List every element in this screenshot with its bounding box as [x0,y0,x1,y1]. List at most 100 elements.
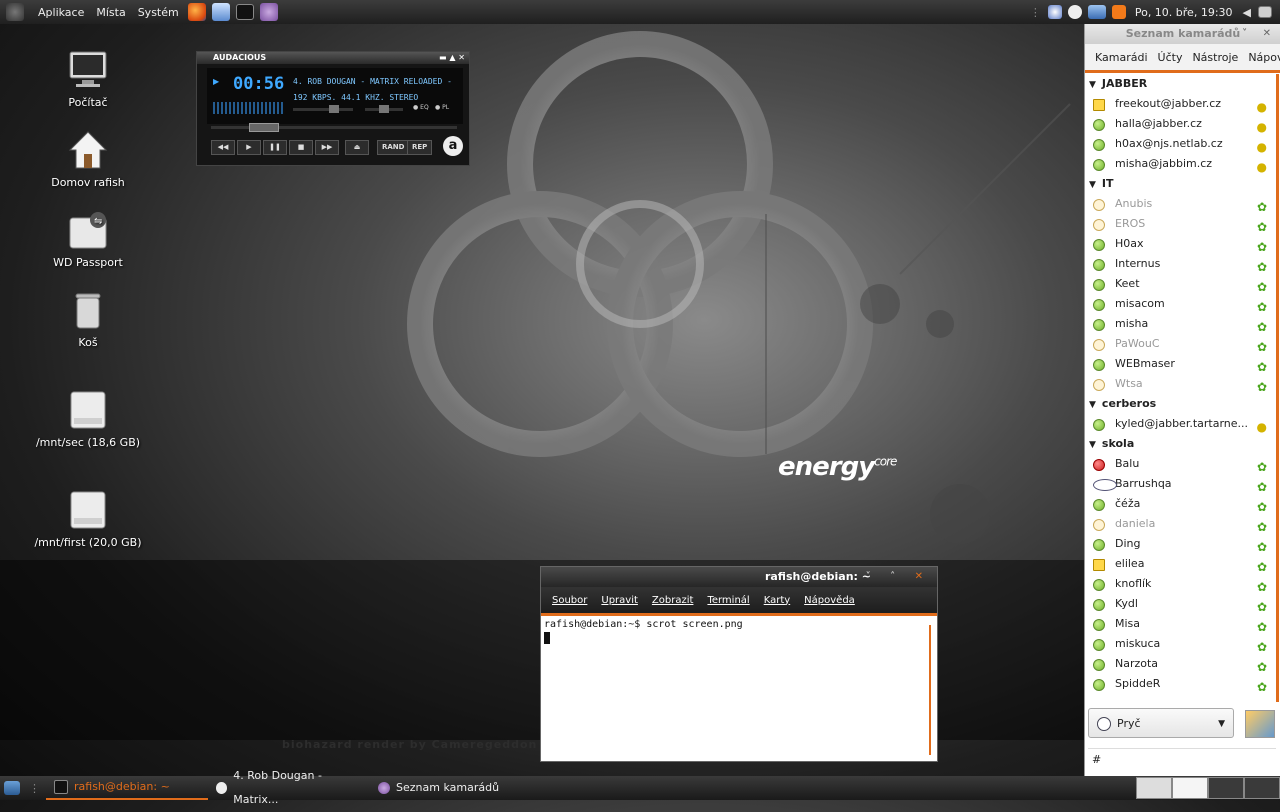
menu-accounts[interactable]: Účty [1153,51,1188,64]
debian-logo-icon[interactable] [6,3,24,21]
clock-status-icon[interactable] [1067,5,1082,19]
menu-help[interactable]: Nápověda [797,595,862,606]
buddy-group[interactable]: ▼ IT [1085,174,1273,194]
audacious-window-controls[interactable]: ▬ ▲ ✕ [439,52,465,64]
buddy-row[interactable]: Wtsa ✿ [1085,374,1273,394]
menu-file[interactable]: Soubor [545,595,594,606]
show-desktop-icon[interactable] [4,781,20,795]
buddy-row[interactable]: Misa ✿ [1085,614,1273,634]
terminal-window-controls[interactable]: ˅ ˄ ✕ [866,567,931,587]
menu-applications[interactable]: Aplikace [32,6,90,19]
expand-arrow-icon[interactable]: ▼ [1089,440,1096,450]
desktop-icon-wd-passport[interactable]: ⇋ WD Passport [33,210,143,269]
buddy-row[interactable]: EROS ✿ [1085,214,1273,234]
buddy-row[interactable]: PaWouC ✿ [1085,334,1273,354]
repeat-toggle[interactable]: REP [407,140,433,155]
seek-bar[interactable] [211,123,457,132]
menu-tools[interactable]: Nástroje [1187,51,1243,64]
desktop-icon-mnt-sec[interactable]: /mnt/sec (18,6 GB) [33,390,143,449]
buddy-row[interactable]: Balu ✿ [1085,454,1273,474]
buddy-row[interactable]: H0ax ✿ [1085,234,1273,254]
menu-system[interactable]: Systém [132,6,185,19]
menu-edit[interactable]: Upravit [594,595,645,606]
expand-arrow-icon[interactable]: ▼ [1089,400,1096,410]
buddy-row[interactable]: freekout@jabber.cz ● [1085,94,1273,114]
buddy-row[interactable]: Narzota ✿ [1085,654,1273,674]
menu-terminal[interactable]: Terminál [700,595,756,606]
workspace-2[interactable] [1172,777,1208,799]
menu-buddies[interactable]: Kamarádi [1090,51,1153,64]
buddy-row[interactable]: Barrushqa ✿ [1085,474,1273,494]
task-terminal[interactable]: rafish@debian: ~ [46,776,208,800]
buddy-group[interactable]: ▼ JABBER [1085,74,1273,94]
show-desktop-icon[interactable] [1258,6,1272,18]
buddy-list-scrollbar[interactable] [1276,74,1279,702]
terminal-titlebar[interactable]: rafish@debian: ~ ˅ ˄ ✕ [541,567,937,587]
buddy-row[interactable]: misha@jabbim.cz ● [1085,154,1273,174]
desktop-icon-home[interactable]: Domov rafish [33,130,143,189]
pl-toggle[interactable]: ● PL [435,104,449,111]
previous-button[interactable]: ◀◀ [211,140,235,155]
eq-toggle[interactable]: ● EQ [413,104,429,111]
buddy-row[interactable]: elilea ✿ [1085,554,1273,574]
terminal-scrollbar[interactable] [929,625,931,755]
elapsed-time[interactable]: 00:56 [233,74,284,94]
menu-view[interactable]: Zobrazit [645,595,701,606]
desktop-icon-trash[interactable]: Koš [33,290,143,349]
buddy-row[interactable]: miskuca ✿ [1085,634,1273,654]
buddy-window-controls[interactable]: ˅ ✕ [1242,24,1277,44]
avatar[interactable] [1245,710,1275,738]
workspace-3[interactable] [1208,777,1244,799]
volume-slider[interactable] [293,105,353,113]
buddy-row[interactable]: Ding ✿ [1085,534,1273,554]
pause-button[interactable]: ❚❚ [263,140,287,155]
firefox-launcher-icon[interactable] [187,3,206,21]
next-button[interactable]: ▶▶ [315,140,339,155]
eject-button[interactable]: ⏏ [345,140,369,155]
buddy-list-titlebar[interactable]: Seznam kamarádů ˅ ✕ [1085,24,1280,44]
close-icon[interactable]: ✕ [915,571,931,582]
network-icon[interactable] [1087,5,1106,19]
buddy-row[interactable]: halla@jabber.cz ● [1085,114,1273,134]
buddy-row[interactable]: WEBmaser ✿ [1085,354,1273,374]
shuffle-toggle[interactable]: RAND [377,140,410,155]
expand-arrow-icon[interactable]: ▼ [1089,180,1096,190]
buddy-row[interactable]: Keet ✿ [1085,274,1273,294]
buddy-row[interactable]: Anubis ✿ [1085,194,1273,214]
buddy-row[interactable]: h0ax@njs.netlab.cz ● [1085,134,1273,154]
menu-places[interactable]: Místa [90,6,131,19]
volume-icon[interactable]: ◀ [1239,6,1255,19]
desktop-icon-computer[interactable]: Počítač [33,50,143,109]
expand-arrow-icon[interactable]: ▼ [1089,80,1096,90]
audacious-titlebar[interactable]: AUDACIOUS ▬ ▲ ✕ [197,52,469,64]
status-selector[interactable]: Pryč ▼ [1088,708,1234,738]
buddy-row[interactable]: kyled@jabber.tartarne... ● [1085,414,1273,434]
buddy-row[interactable]: daniela ✿ [1085,514,1273,534]
menu-tabs[interactable]: Karty [757,595,797,606]
terminal-output[interactable]: rafish@debian:~$ scrot screen.png [541,617,927,757]
buddy-row[interactable]: Internus ✿ [1085,254,1273,274]
status-message-field[interactable]: # [1088,748,1276,770]
pidgin-status-icon[interactable] [1047,5,1062,19]
terminal-launcher-icon[interactable] [235,4,254,20]
buddy-row[interactable]: misha ✿ [1085,314,1273,334]
play-button[interactable]: ▶ [237,140,261,155]
buddy-group[interactable]: ▼ cerberos [1085,394,1273,414]
buddy-row[interactable]: misacom ✿ [1085,294,1273,314]
task-audacious[interactable]: 4. Rob Dougan - Matrix... [208,769,370,806]
buddy-row[interactable]: Kydl ✿ [1085,594,1273,614]
buddy-row[interactable]: knoflík ✿ [1085,574,1273,594]
task-buddy-list[interactable]: Seznam kamarádů [370,776,507,800]
workspace-1[interactable] [1136,777,1172,799]
menu-help[interactable]: Nápov [1243,51,1280,64]
balance-slider[interactable] [365,105,403,113]
update-notifier-icon[interactable] [1111,5,1126,19]
stop-button[interactable]: ■ [289,140,313,155]
audacious-logo-icon[interactable]: a [443,136,463,156]
audacious-player[interactable]: AUDACIOUS ▬ ▲ ✕ ▶ 00:56 4. ROB DOUGAN - … [196,51,470,166]
terminal-window[interactable]: rafish@debian: ~ ˅ ˄ ✕ Soubor Upravit Zo… [540,566,938,762]
text-editor-launcher-icon[interactable] [211,3,230,21]
buddy-group[interactable]: ▼ skola [1085,434,1273,454]
workspace-4[interactable] [1244,777,1280,799]
pidgin-launcher-icon[interactable] [259,3,278,21]
